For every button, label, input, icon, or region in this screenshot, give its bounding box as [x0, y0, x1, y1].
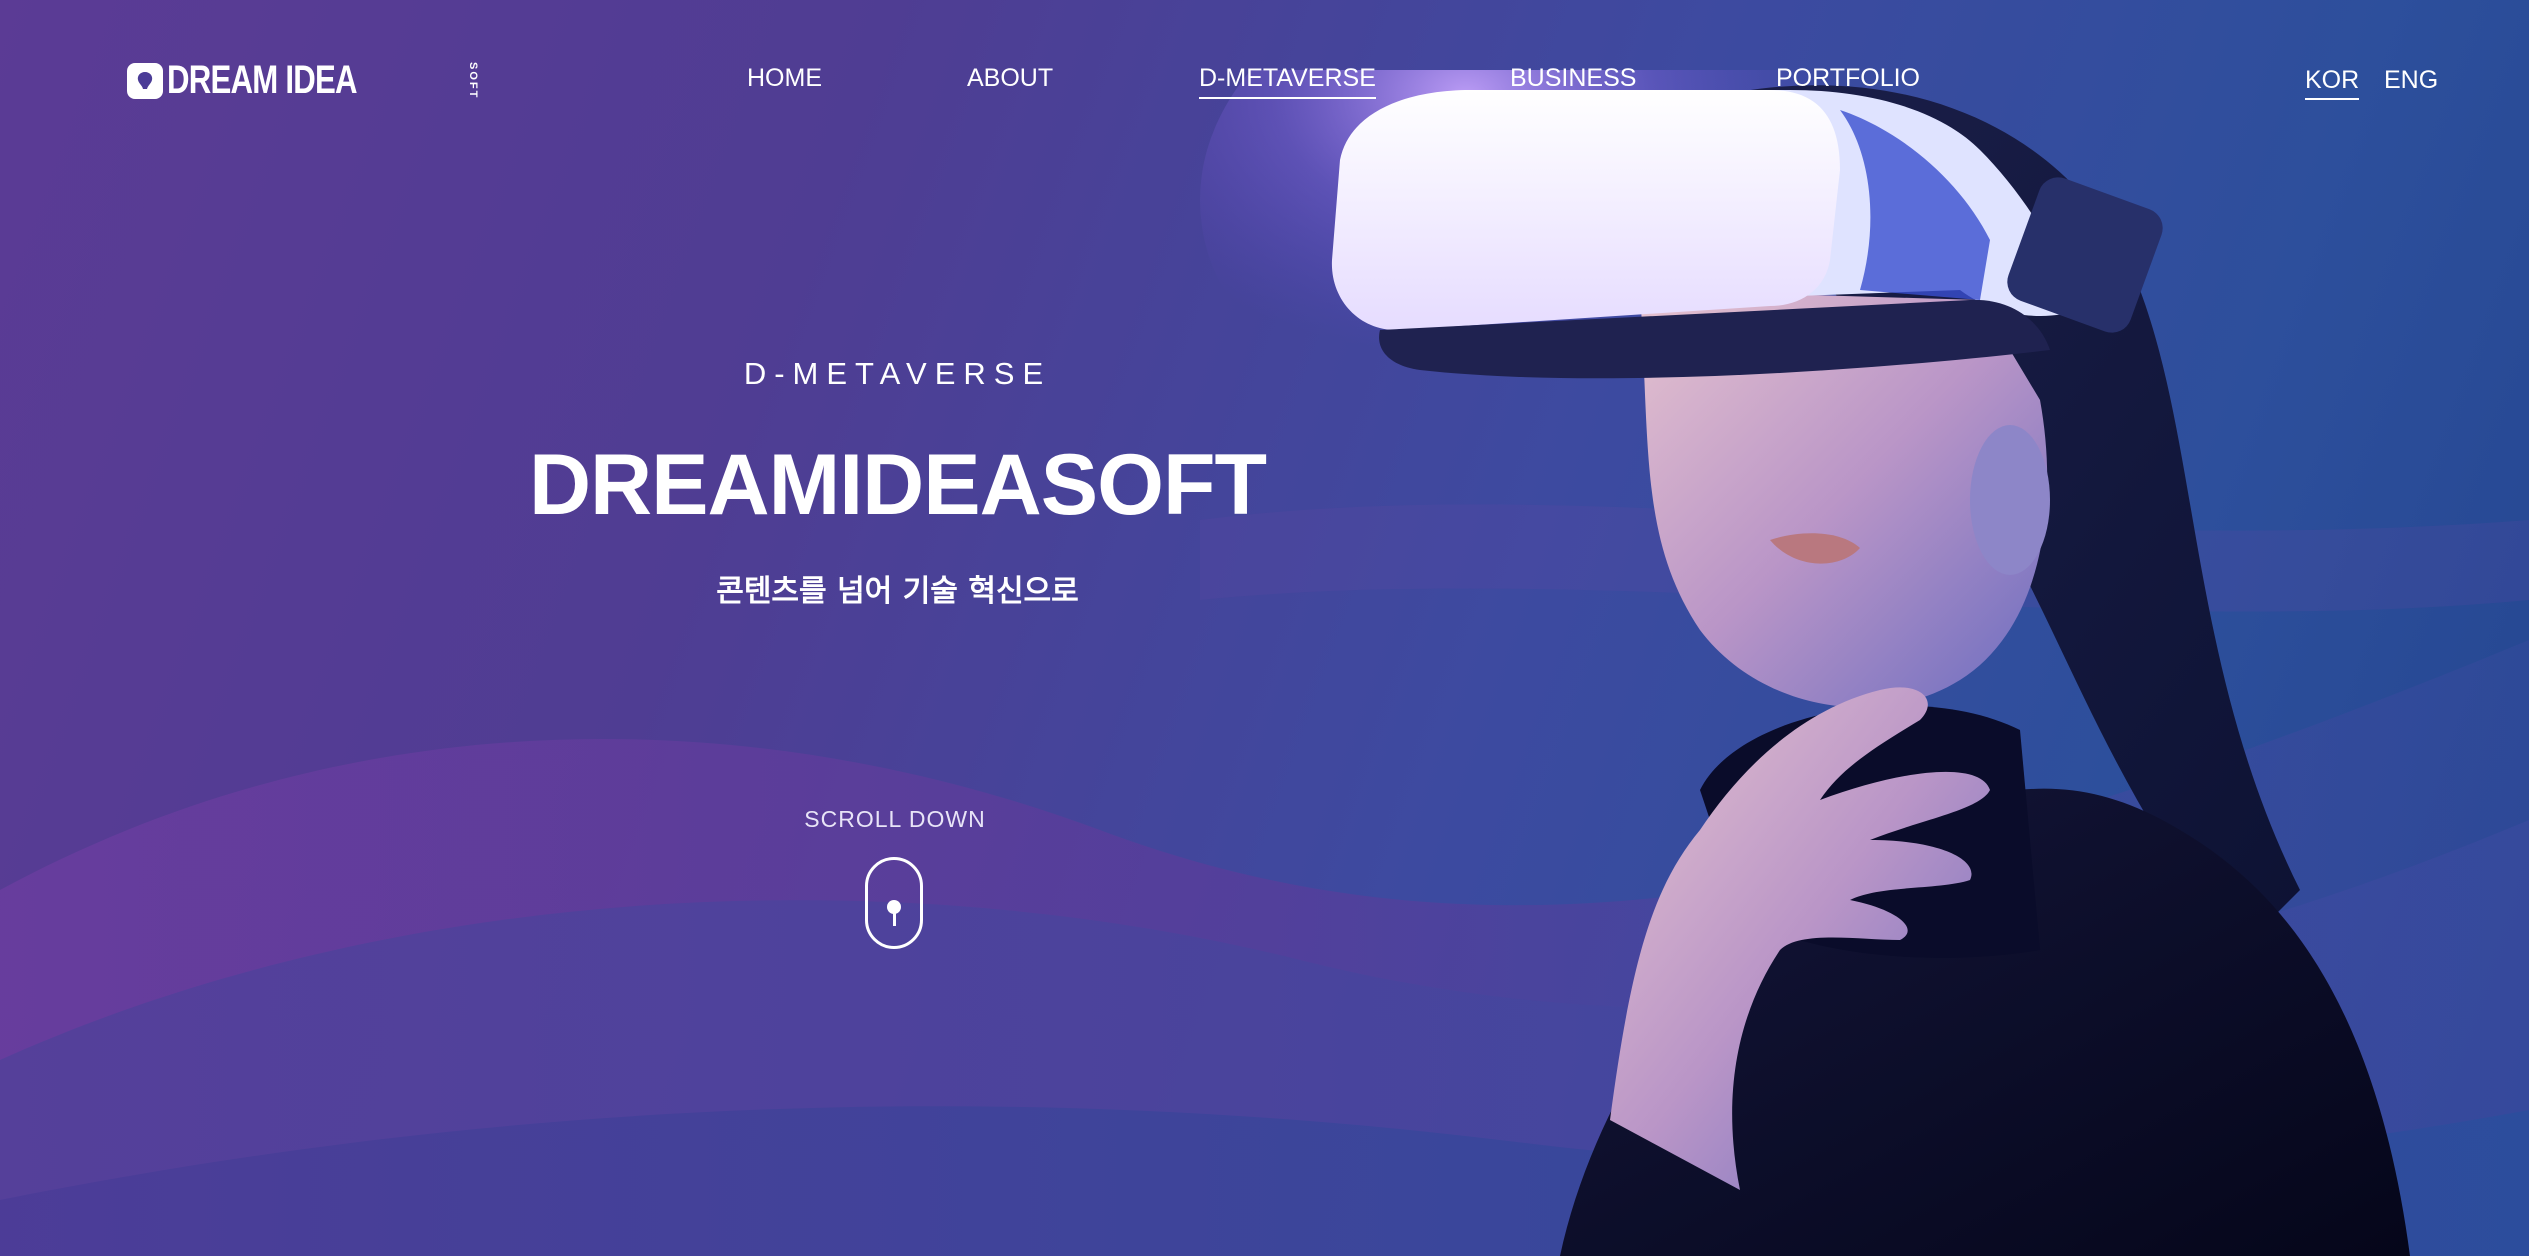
hero-subline: 콘텐츠를 넘어 기술 혁신으로	[716, 574, 1079, 609]
nav-item-business[interactable]: BUSINESS	[1510, 64, 1636, 97]
hero-section: DREAM IDEA SOFT HOME ABOUT D-METAVERSE B…	[0, 0, 2529, 1256]
scroll-down-label: SCROLL DOWN	[804, 806, 986, 832]
nav-item-home[interactable]: HOME	[747, 64, 822, 97]
site-header: DREAM IDEA SOFT HOME ABOUT D-METAVERSE B…	[0, 0, 2529, 170]
hero-headline: DREAMIDEASOFT	[528, 437, 1267, 533]
language-kor[interactable]: KOR	[2305, 66, 2360, 100]
mouse-scroll-icon[interactable]	[865, 857, 923, 949]
nav-item-about[interactable]: ABOUT	[967, 64, 1053, 97]
nav-item-portfolio[interactable]: PORTFOLIO	[1776, 64, 1920, 97]
hero-eyebrow: D-METAVERSE	[743, 356, 1052, 391]
nav-item-d-metaverse[interactable]: D-METAVERSE	[1199, 64, 1376, 99]
main-nav: HOME ABOUT D-METAVERSE BUSINESS PORTFOLI…	[0, 64, 2529, 104]
vr-person-image	[1200, 70, 2410, 1256]
language-eng[interactable]: ENG	[2384, 66, 2438, 98]
mouse-wheel-stem	[892, 908, 896, 926]
